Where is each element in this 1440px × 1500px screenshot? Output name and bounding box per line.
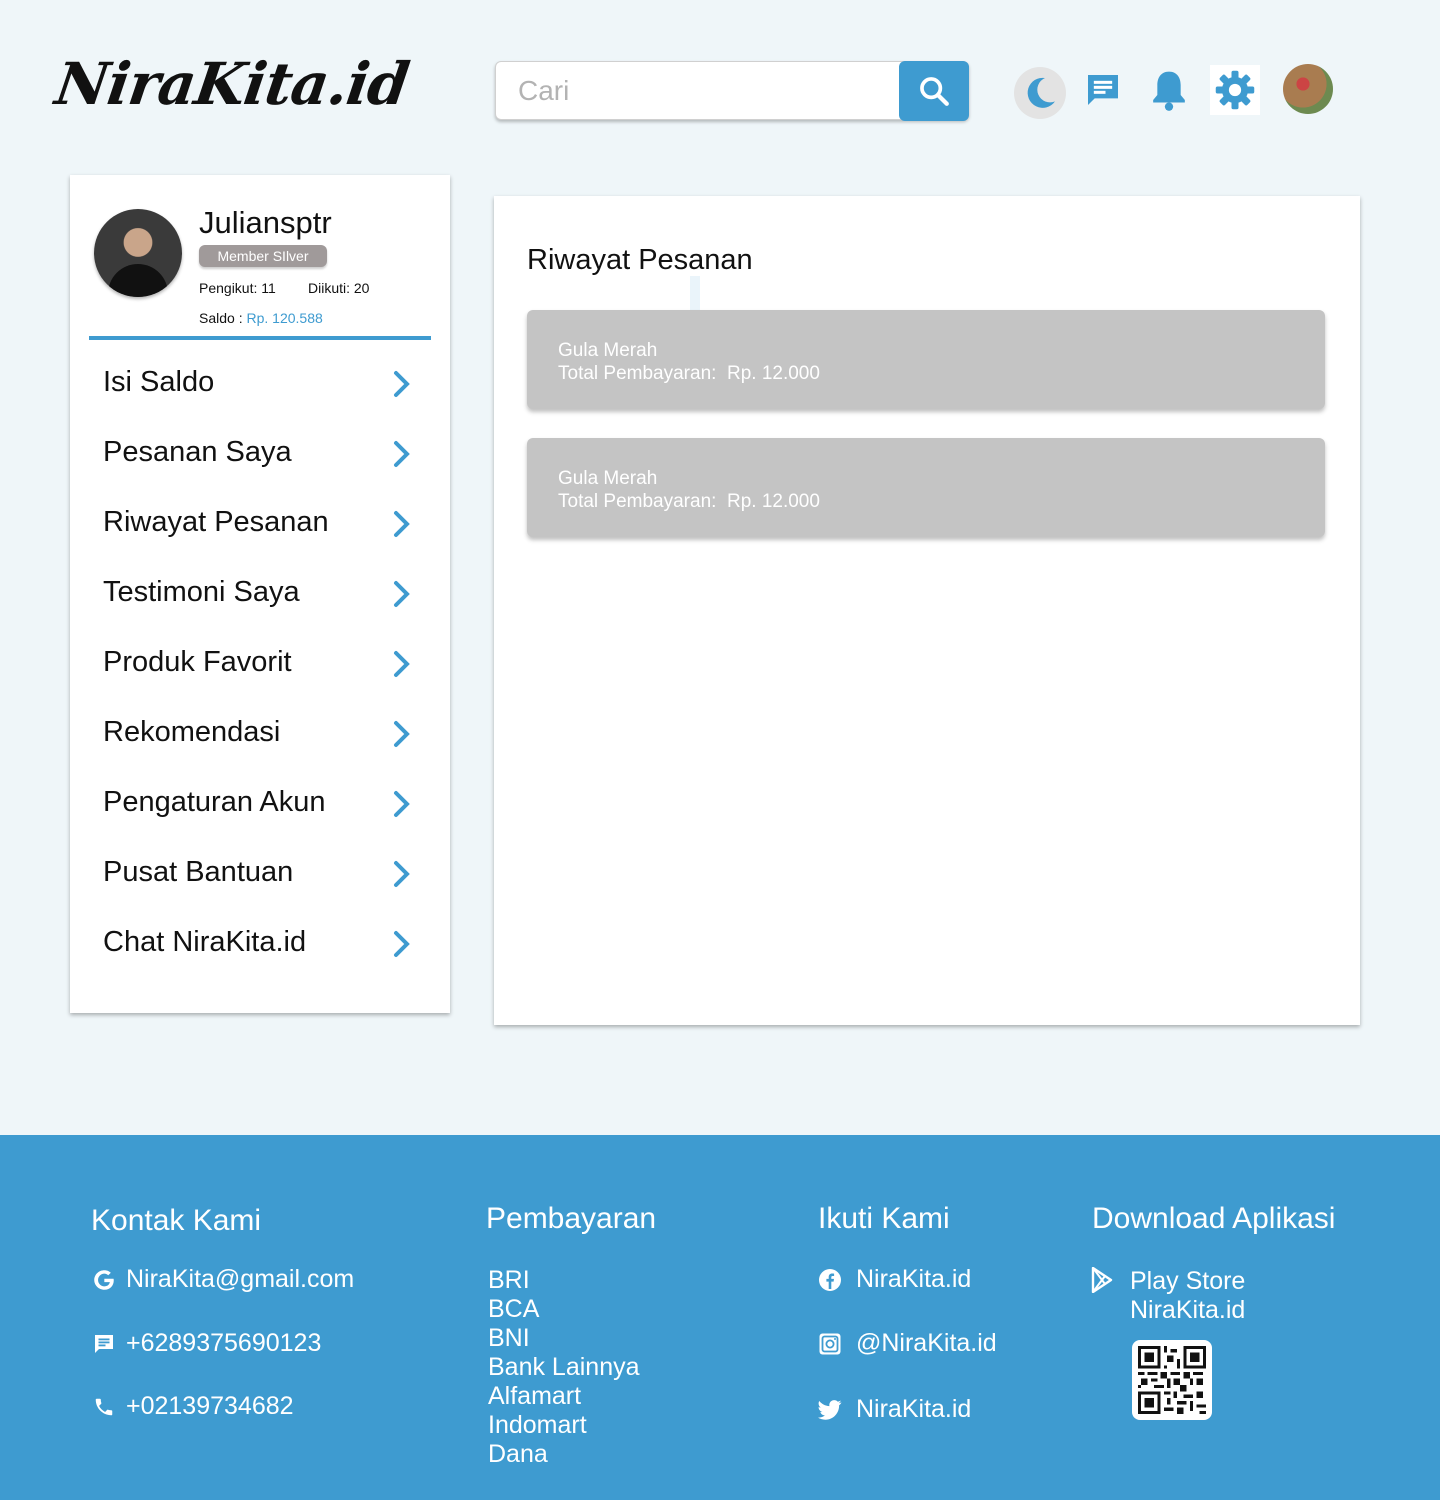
chevron-right-icon	[394, 791, 410, 817]
payment-methods-list: BRI BCA BNI Bank Lainnya Alfamart Indoma…	[488, 1266, 640, 1469]
facebook-icon	[817, 1267, 843, 1293]
twitter-icon	[817, 1397, 843, 1423]
settings-button[interactable]	[1210, 65, 1260, 115]
footer: Kontak Kami NiraKita@gmail.com +62893756…	[0, 1135, 1440, 1500]
search-icon	[920, 77, 949, 106]
footer-email[interactable]: NiraKita@gmail.com	[91, 1265, 354, 1294]
footer-instagram[interactable]: @NiraKita.id	[817, 1329, 997, 1358]
chevron-right-icon	[394, 371, 410, 397]
balance-value: Rp. 120.588	[246, 310, 323, 326]
payment-method: BCA	[488, 1295, 540, 1323]
search-input[interactable]	[506, 70, 886, 112]
payment-method: BNI	[488, 1324, 530, 1352]
footer-phone-text: +02139734682	[126, 1392, 294, 1420]
profile-avatar[interactable]	[94, 209, 182, 297]
balance: Saldo : Rp. 120.588	[199, 310, 323, 326]
payment-method: Dana	[488, 1440, 548, 1468]
notification-button[interactable]	[1143, 64, 1195, 116]
footer-sms[interactable]: +6289375690123	[91, 1329, 321, 1358]
page-title: Riwayat Pesanan	[527, 244, 753, 276]
footer-email-text: NiraKita@gmail.com	[126, 1265, 355, 1293]
footer-twitter[interactable]: NiraKita.id	[817, 1395, 971, 1424]
followers-count[interactable]: Pengikut: 11	[199, 280, 276, 296]
chevron-right-icon	[394, 511, 410, 537]
play-store-icon	[1090, 1267, 1116, 1293]
menu-item-label: Rekomendasi	[103, 716, 281, 748]
google-icon	[91, 1267, 117, 1293]
play-store-label: Play Store	[1130, 1267, 1246, 1295]
footer-phone[interactable]: +02139734682	[91, 1392, 294, 1421]
menu-item-label: Isi Saldo	[103, 366, 215, 398]
order-card[interactable]: Gula Merah Total Pembayaran: Rp. 12.000	[527, 438, 1325, 537]
menu-item-label: Pesanan Saya	[103, 436, 292, 468]
order-card[interactable]: Gula Merah Total Pembayaran: Rp. 12.000	[527, 310, 1325, 409]
menu-item-label: Pusat Bantuan	[103, 856, 294, 888]
chevron-right-icon	[394, 651, 410, 677]
site-logo[interactable]: NiraKita.id	[51, 50, 412, 118]
order-product-name: Gula Merah	[558, 468, 658, 489]
menu-item-label: Pengaturan Akun	[103, 786, 326, 818]
footer-instagram-text: @NiraKita.id	[856, 1329, 997, 1357]
order-product-name: Gula Merah	[558, 340, 658, 361]
play-store-link[interactable]: Play Store NiraKita.id	[1090, 1267, 1245, 1325]
payment-method: Alfamart	[488, 1382, 582, 1410]
chevron-right-icon	[394, 581, 410, 607]
menu-item-pusat-bantuan[interactable]: Pusat Bantuan	[70, 838, 450, 908]
menu-item-isi-saldo[interactable]: Isi Saldo	[70, 348, 450, 418]
footer-facebook[interactable]: NiraKita.id	[817, 1265, 971, 1294]
menu-item-produk-favorit[interactable]: Produk Favorit	[70, 628, 450, 698]
footer-twitter-text: NiraKita.id	[856, 1395, 972, 1423]
username: Juliansptr	[199, 205, 332, 240]
sidebar-menu: Isi Saldo Pesanan Saya Riwayat Pesanan T…	[70, 348, 450, 978]
app-name-label: NiraKita.id	[1130, 1296, 1246, 1324]
gear-icon	[1215, 70, 1255, 110]
payment-method: Indomart	[488, 1411, 587, 1439]
divider	[690, 276, 700, 310]
menu-item-rekomendasi[interactable]: Rekomendasi	[70, 698, 450, 768]
chat-button[interactable]	[1077, 64, 1129, 116]
message-icon	[91, 1331, 117, 1357]
phone-icon	[91, 1394, 117, 1420]
menu-item-label: Chat NiraKita.id	[103, 926, 307, 958]
bell-icon	[1153, 71, 1185, 111]
menu-item-pesanan-saya[interactable]: Pesanan Saya	[70, 418, 450, 488]
chevron-right-icon	[394, 861, 410, 887]
menu-item-label: Riwayat Pesanan	[103, 506, 329, 538]
footer-social-heading: Ikuti Kami	[818, 1202, 950, 1235]
footer-payment-heading: Pembayaran	[486, 1202, 657, 1235]
menu-item-pengaturan-akun[interactable]: Pengaturan Akun	[70, 768, 450, 838]
instagram-icon	[817, 1331, 843, 1357]
order-total: Total Pembayaran: Rp. 12.000	[558, 491, 820, 512]
footer-download-heading: Download Aplikasi	[1092, 1202, 1336, 1235]
menu-item-chat-nirakita[interactable]: Chat NiraKita.id	[70, 908, 450, 978]
qr-code-icon	[1138, 1346, 1206, 1414]
profile-sidebar: Juliansptr Member SIlver Pengikut: 11 Di…	[70, 175, 450, 1013]
payment-method: BRI	[488, 1266, 530, 1294]
search-bar	[495, 61, 969, 121]
order-history-panel: Riwayat Pesanan Gula Merah Total Pembaya…	[494, 196, 1360, 1025]
user-avatar[interactable]	[1283, 64, 1333, 114]
menu-item-label: Produk Favorit	[103, 646, 292, 678]
play-store-text: Play Store NiraKita.id	[1130, 1267, 1245, 1325]
dark-mode-toggle[interactable]	[1014, 67, 1066, 119]
search-button[interactable]	[899, 61, 969, 121]
menu-item-label: Testimoni Saya	[103, 576, 300, 608]
following-count[interactable]: Diikuti: 20	[308, 280, 369, 296]
profile-divider	[89, 336, 431, 340]
chevron-right-icon	[394, 441, 410, 467]
menu-item-testimoni-saya[interactable]: Testimoni Saya	[70, 558, 450, 628]
order-total: Total Pembayaran: Rp. 12.000	[558, 363, 820, 384]
chevron-right-icon	[394, 931, 410, 957]
menu-item-riwayat-pesanan[interactable]: Riwayat Pesanan	[70, 488, 450, 558]
qr-code	[1132, 1340, 1212, 1420]
member-badge: Member SIlver	[199, 245, 327, 267]
footer-facebook-text: NiraKita.id	[856, 1265, 972, 1293]
chat-icon	[1088, 75, 1118, 105]
balance-label: Saldo :	[199, 310, 247, 326]
footer-contact-heading: Kontak Kami	[91, 1204, 262, 1237]
moon-icon	[1027, 77, 1055, 108]
footer-sms-text: +6289375690123	[126, 1329, 322, 1357]
payment-method: Bank Lainnya	[488, 1353, 640, 1381]
chevron-right-icon	[394, 721, 410, 747]
